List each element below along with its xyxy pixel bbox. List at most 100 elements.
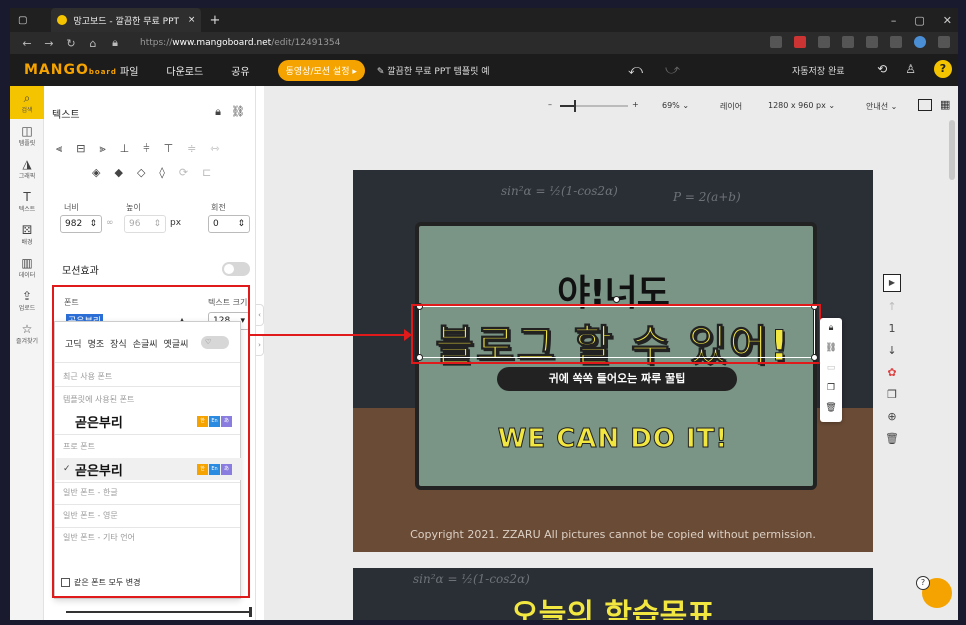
height-field[interactable]: 96 ⇕ [124,215,166,233]
zoom-level[interactable]: 69% ⌄ [662,101,689,110]
lock-icon[interactable]: 🔒︎ [820,318,842,338]
collections-icon[interactable] [890,36,902,48]
read-aloud-icon[interactable] [770,36,782,48]
slide-2[interactable]: sin²α = ½(1-cos2α) 오늘의 학습목표 [353,568,873,620]
copy-icon[interactable]: ❐ [820,378,842,398]
add-page-icon[interactable]: ⊕ [880,406,904,428]
menu-file[interactable]: 파일 [120,63,138,78]
extension-icon[interactable] [794,36,806,48]
more-icon[interactable] [938,36,950,48]
motion-toggle[interactable] [222,262,250,276]
document-title[interactable]: ✎ 깔끔한 무료 PPT 템플릿 예 [377,64,490,77]
zoom-out-icon[interactable]: – [548,100,552,109]
page-down-icon[interactable]: ↓ [880,340,904,362]
rail-item-search[interactable]: ⌕ 검색 [10,86,44,119]
search-icon: ⌕ [23,90,31,105]
align-top-icon[interactable]: ⊤ [164,142,174,156]
panel-slider[interactable] [66,607,252,617]
collapse-panel-left[interactable]: ‹ [256,304,264,326]
send-back-icon[interactable]: ◊ [159,166,164,179]
rail-item-data[interactable]: ▥ 데이터 [10,251,44,284]
menu-share[interactable]: 공유 [231,63,249,78]
rail-item-background[interactable]: ⚄ 배경 [10,218,44,251]
align-right-icon[interactable]: ⫸ [99,142,105,156]
rail-item-favorites[interactable]: ☆ 즐겨찾기 [10,317,44,350]
extension-icon[interactable] [818,36,830,48]
rail-item-graphic[interactable]: ◮ 그래픽 [10,152,44,185]
minimize-icon[interactable]: – [891,14,897,27]
favorites-icon[interactable] [866,36,878,48]
distribute-v-icon[interactable]: ≑ [187,142,196,156]
duplicate-page-icon[interactable]: ❐ [880,384,904,406]
layer-button[interactable]: 레이어 [720,101,742,112]
window-menu-icon[interactable]: ▢ [18,15,27,26]
ratio-link-icon[interactable]: ∞ [106,218,114,228]
bring-forward-icon[interactable]: ◆ [114,166,122,179]
undo-icon[interactable]: ⤺ [628,62,643,78]
width-field[interactable]: 982 ⇕ [60,215,102,233]
collapse-panel-right[interactable]: › [256,334,264,356]
we-can-text[interactable]: WE CAN DO IT! [353,424,873,455]
delete-page-icon[interactable]: 🗑︎ [880,428,904,450]
zoom-in-icon[interactable]: + [632,100,639,109]
close-window-icon[interactable]: ✕ [943,14,952,27]
canvas-size-select[interactable]: 1280 x 960 px ⌄ [768,101,835,110]
tab-title: 망고보드 - 깔끔한 무료 PPT 템플 [73,16,181,27]
mangoboard-logo[interactable]: MANGOboard [24,62,116,78]
menu-download[interactable]: 다운로드 [166,63,203,78]
home-icon[interactable]: ⌂ [82,37,104,50]
align-center-icon[interactable]: ⊟ [76,142,85,156]
subtitle-pill[interactable]: 귀에 쏙쏙 들어오는 짜루 꿀팁 [497,367,737,391]
rotate-field[interactable]: 0 ⇕ [208,215,250,233]
refresh-icon[interactable]: ↻ [60,37,82,50]
send-backward-icon[interactable]: ◇ [137,166,145,179]
play-icon[interactable]: ▶ [883,274,901,292]
back-icon[interactable]: ← [16,37,38,50]
zoom-bar: – + 69% ⌄ 레이어 1280 x 960 px ⌄ 안내선 ⌄ ▦ [264,98,958,114]
forward-icon[interactable]: → [38,37,60,50]
history-icon[interactable]: ⟲ [877,62,887,76]
canvas-scrollbar[interactable] [949,120,955,180]
favicon-icon [57,15,68,25]
link-icon[interactable]: ⛓ [820,338,842,358]
group-icon[interactable]: ⊏ [202,166,211,179]
layer-toolbar: ◈ ◆ ◇ ◊ ⟳ ⊏ [92,166,211,179]
motion-settings-button[interactable]: 동영상/모션 설정 ▸ [277,59,365,81]
rail-item-text[interactable]: T 텍스트 [10,185,44,218]
lock-icon: 🔒︎ [112,36,118,49]
lock-icon[interactable]: 🔒︎ [215,105,221,119]
slide-2-title[interactable]: 오늘의 학습목표 [353,590,873,620]
rail-item-template[interactable]: ◫ 템플릿 [10,119,44,152]
rotate-handle[interactable] [613,296,620,303]
align-middle-icon[interactable]: ⫩ [143,142,149,156]
browser-tab[interactable]: 망고보드 - 깔끔한 무료 PPT 템플 × [51,8,202,32]
grid-view-icon[interactable]: ▦ [940,98,950,111]
comment-icon[interactable]: ▭ [820,358,842,378]
user-icon[interactable]: ♙ [905,62,916,76]
guide-select[interactable]: 안내선 ⌄ [866,101,897,112]
rotate-label: 회전 [211,203,226,212]
url-field[interactable]: https://www.mangoboard.net/edit/12491354 [140,38,340,48]
page-up-icon[interactable]: ↑ [880,296,904,318]
star-icon: ☆ [21,321,33,336]
help-bubble-icon[interactable]: ? [916,576,930,590]
distribute-h-icon[interactable]: ⇿ [210,142,219,156]
profile-avatar[interactable] [914,36,926,48]
extension-icon[interactable] [842,36,854,48]
zoom-slider[interactable] [560,100,628,112]
maximize-icon[interactable]: ▢ [914,14,924,27]
align-left-icon[interactable]: ⫷ [56,142,62,156]
delete-icon[interactable]: 🗑︎ [820,398,842,418]
color-palette-icon[interactable]: ✿ [880,362,904,384]
flip-icon[interactable]: ⟳ [179,166,188,179]
single-view-icon[interactable] [918,99,932,111]
close-tab-icon[interactable]: × [188,15,196,25]
redo-icon[interactable]: ⤻ [665,62,680,78]
new-tab-button[interactable]: + [209,13,220,28]
bring-front-icon[interactable]: ◈ [92,166,100,179]
align-bottom-icon[interactable]: ⊥ [120,142,130,156]
rail-item-upload[interactable]: ⇪ 업로드 [10,284,44,317]
copyright-text[interactable]: Copyright 2021. ZZARU All pictures canno… [353,528,873,541]
help-icon[interactable]: ? [934,60,952,78]
link-icon[interactable]: ⛓ [231,105,245,119]
